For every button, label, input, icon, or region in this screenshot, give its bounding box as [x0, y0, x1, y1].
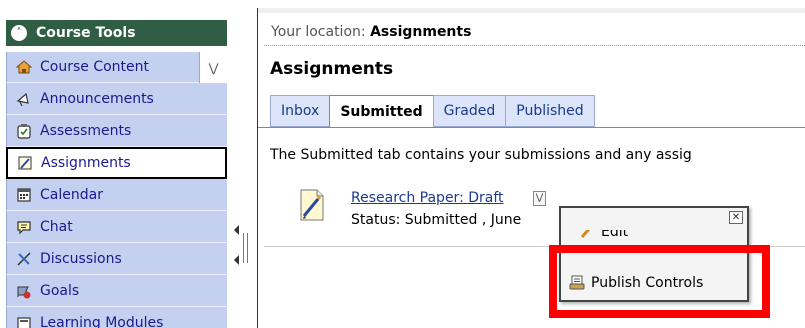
sidebar-item-label: Discussions [40, 250, 122, 267]
sidebar-item-discussions[interactable]: Discussions [6, 243, 227, 275]
chat-bubble-icon [15, 218, 32, 235]
breadcrumb-divider [264, 45, 805, 46]
calendar-icon [15, 186, 32, 203]
assignment-menu-chevron-icon[interactable]: ⋁ [533, 191, 546, 206]
sidebar-item-label: Chat [40, 218, 73, 235]
sidebar-item-label: Calendar [40, 186, 103, 203]
course-tools-title: Course Tools [36, 25, 136, 41]
sidebar-item-course-content[interactable]: Course Content ⋁ [6, 52, 227, 83]
course-tools-header[interactable]: ˄ Course Tools [6, 20, 227, 46]
edit-menu-item-clip: Edit [561, 230, 747, 241]
course-tools-panel: ˄ Course Tools Course Content ⋁ Announce… [0, 0, 230, 328]
home-icon [15, 59, 32, 76]
edit-menu-item[interactable]: Edit [579, 230, 628, 240]
sidebar-item-learning-modules[interactable]: Learning Modules [6, 307, 227, 328]
pencil-icon [579, 230, 595, 240]
sidebar-item-label: Goals [40, 282, 80, 299]
goals-icon [15, 282, 32, 299]
discussion-icon [15, 250, 32, 267]
highlight-box [549, 245, 770, 318]
sidebar-item-assessments[interactable]: Assessments [6, 115, 227, 147]
tabs-divider [258, 127, 805, 128]
splitter-handle[interactable] [243, 233, 248, 263]
tab-graded[interactable]: Graded [432, 95, 507, 127]
page-title: Assignments [270, 59, 394, 79]
assignment-document-icon [298, 188, 326, 222]
sidebar-item-label: Announcements [40, 90, 154, 107]
megaphone-icon [15, 90, 32, 107]
chevron-down-icon[interactable]: ⋁ [199, 52, 227, 83]
sidebar-item-calendar[interactable]: Calendar [6, 179, 227, 211]
top-strip [258, 8, 805, 13]
tab-published[interactable]: Published [505, 95, 595, 127]
breadcrumb: Your location: Assignments [271, 24, 471, 40]
sidebar-item-goals[interactable]: Goals [6, 275, 227, 307]
sidebar-item-label: Assessments [40, 122, 132, 139]
breadcrumb-current: Assignments [370, 24, 472, 40]
tab-submitted[interactable]: Submitted [329, 95, 434, 128]
sidebar-item-announcements[interactable]: Announcements [6, 83, 227, 115]
tab-description: The Submitted tab contains your submissi… [270, 147, 692, 163]
collapse-left-arrow-icon[interactable] [234, 225, 239, 235]
assignment-tabs: Inbox Submitted Graded Published [270, 95, 595, 128]
breadcrumb-prefix: Your location: [271, 24, 366, 40]
main-content: Your location: Assignments Assignments I… [258, 8, 805, 328]
sidebar-item-assignments[interactable]: Assignments [6, 147, 227, 179]
sidebar-item-label: Course Content [40, 59, 150, 75]
close-icon[interactable]: ✕ [729, 211, 743, 224]
sidebar-item-label: Learning Modules [40, 314, 164, 328]
edit-label: Edit [601, 230, 629, 240]
collapse-left-arrow-icon-2[interactable] [234, 255, 239, 265]
learning-modules-icon [15, 314, 32, 328]
assignment-icon [16, 155, 33, 172]
collapse-up-icon[interactable]: ˄ [11, 25, 27, 41]
sidebar-menu: Course Content ⋁ Announcements Assessmen… [6, 52, 227, 328]
tab-inbox[interactable]: Inbox [270, 95, 331, 127]
sidebar-item-label: Assignments [41, 155, 131, 171]
assignment-title-link[interactable]: Research Paper: Draft [351, 190, 504, 206]
panel-splitter[interactable] [234, 225, 254, 285]
sidebar-item-chat[interactable]: Chat [6, 211, 227, 243]
assignment-status: Status: Submitted , June [351, 212, 522, 228]
assessment-icon [15, 122, 32, 139]
